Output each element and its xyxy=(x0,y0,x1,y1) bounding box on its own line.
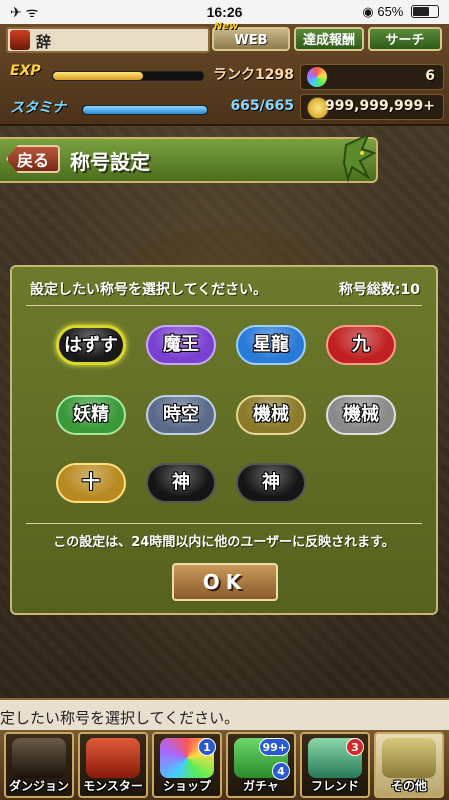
nav-label: フレンド xyxy=(310,779,359,793)
exp-bar xyxy=(52,71,204,81)
orientation-lock-icon: ◉ xyxy=(362,4,374,19)
search-button[interactable]: サーチ xyxy=(368,27,442,51)
status-right: ◉ 65% xyxy=(362,4,439,20)
back-button[interactable]: 戻る xyxy=(6,145,60,173)
exp-label: EXP xyxy=(10,63,41,79)
battery-percent: 65% xyxy=(377,4,404,19)
rank-label: ランク1298 xyxy=(213,67,294,83)
title-option[interactable]: 妖精 xyxy=(56,395,126,435)
nav-item[interactable]: モンスター xyxy=(78,732,148,798)
dungeon-icon xyxy=(12,738,66,778)
nav-item[interactable]: フレンド 3 xyxy=(300,732,370,798)
stamina-row: スタミナ 665/665 xyxy=(6,97,296,119)
nav-item[interactable]: ダンジョン xyxy=(4,732,74,798)
monster-icon xyxy=(86,738,140,778)
message-ticker: 定したい称号を選択してください。 xyxy=(0,698,449,732)
title-option[interactable]: 機械 xyxy=(236,395,306,435)
bottom-nav: ダンジョン モンスター ショップ 1 ガチャ 99+ 4 フレンド 3 その他 xyxy=(0,730,449,800)
nav-item[interactable]: その他 xyxy=(374,732,444,798)
nav-label: ダンジョン xyxy=(8,779,69,793)
notification-badge: 3 xyxy=(346,738,364,756)
coin-count: 999,999,999+ xyxy=(324,98,435,114)
instruction-text: 設定したい称号を選択してください。 xyxy=(30,282,268,298)
title-option[interactable]: はずす xyxy=(56,325,126,365)
avatar xyxy=(10,30,30,50)
stamina-label: スタミナ xyxy=(10,100,66,116)
title-option[interactable]: 魔王 xyxy=(146,325,216,365)
page-title: 称号設定 xyxy=(70,150,150,174)
notification-badge: 1 xyxy=(198,738,216,756)
title-option[interactable]: 九 xyxy=(326,325,396,365)
exp-row: EXP ランク1298 xyxy=(6,63,296,85)
notification-badge: 4 xyxy=(272,762,290,780)
title-option[interactable]: 機械 xyxy=(326,395,396,435)
reflect-note: この設定は、24時間以内に他のユーザーに反映されます。 xyxy=(53,535,395,550)
nav-label: モンスター xyxy=(83,779,143,793)
nav-label: ショップ xyxy=(162,779,211,793)
magic-stone-icon xyxy=(307,67,327,87)
title-option[interactable]: 星龍 xyxy=(236,325,306,365)
dragon-ornament-icon xyxy=(342,133,377,183)
title-bar: 戻る 称号設定 xyxy=(0,137,378,183)
stamina-bar xyxy=(82,105,208,115)
player-name-box[interactable]: 辞 xyxy=(6,27,210,53)
divider xyxy=(26,523,422,524)
nav-item[interactable]: ガチャ 99+ 4 xyxy=(226,732,296,798)
ok-button[interactable]: OK xyxy=(172,563,278,601)
title-select-panel: 設定したい称号を選択してください。 称号総数:10 はずす 魔王 星龍九妖精 時空 機械… xyxy=(10,265,438,615)
title-option[interactable]: 時空 xyxy=(146,395,216,435)
player-header: 辞 WEB New 達成報酬 サーチ EXP ランク1298 スタミナ 665/… xyxy=(0,21,449,126)
magic-stone-count: 6 xyxy=(425,68,435,84)
magic-stone-box: 6 xyxy=(300,64,444,90)
title-option[interactable]: 十 xyxy=(56,463,126,503)
other-icon xyxy=(382,738,436,778)
ticker-text: 定したい称号を選択してください。 xyxy=(0,709,240,727)
battery-icon xyxy=(411,5,439,18)
player-name: 辞 xyxy=(36,33,52,51)
achievements-button[interactable]: 達成報酬 xyxy=(294,27,364,51)
new-tag: New xyxy=(214,21,239,32)
nav-item[interactable]: ショップ 1 xyxy=(152,732,222,798)
title-option[interactable]: 神 xyxy=(146,463,216,503)
coin-box: 999,999,999+ xyxy=(300,94,444,120)
nav-label: ガチャ xyxy=(243,779,279,793)
divider xyxy=(26,305,422,306)
title-count: 称号総数:10 xyxy=(338,282,420,298)
title-option[interactable]: 神 xyxy=(236,463,306,503)
notification-badge: 99+ xyxy=(259,738,290,756)
stamina-value: 665/665 xyxy=(230,98,294,114)
nav-label: その他 xyxy=(390,779,427,793)
